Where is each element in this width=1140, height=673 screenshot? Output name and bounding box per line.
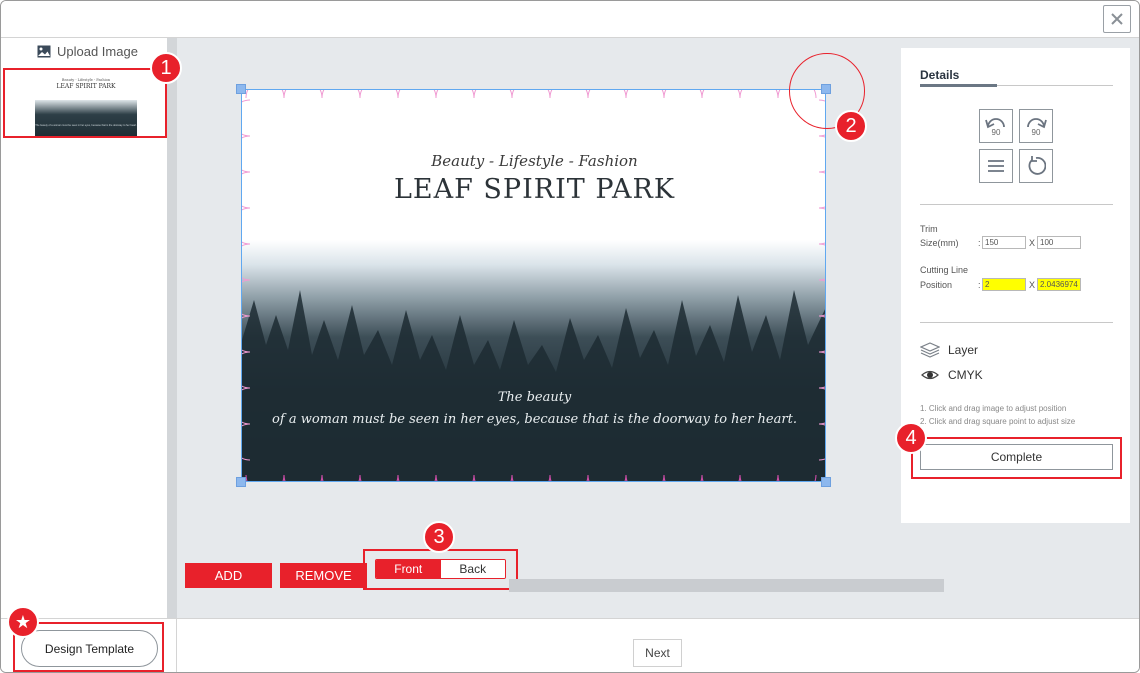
resize-handle-top-left[interactable] bbox=[236, 84, 246, 94]
front-tab[interactable]: Front bbox=[376, 560, 441, 578]
resize-handle-bottom-left[interactable] bbox=[236, 477, 246, 487]
rotate-right-label: 90 bbox=[1031, 128, 1041, 137]
thumbnail-quote: The beauty of a woman must be seen in he… bbox=[35, 124, 137, 127]
align-center-button[interactable] bbox=[979, 149, 1013, 183]
left-panel: Upload Image Beauty - Lifestyle - Fashio… bbox=[1, 38, 167, 618]
trim-label-1: Trim bbox=[920, 224, 938, 234]
layer-label: Layer bbox=[948, 343, 979, 357]
layers-icon bbox=[920, 342, 940, 358]
thumbnail-quote-line-2: of a woman must be seen in her eyes, bec… bbox=[48, 124, 137, 127]
title-bar bbox=[1, 1, 1139, 38]
details-title: Details bbox=[920, 68, 960, 82]
align-center-icon bbox=[988, 160, 1004, 172]
design-canvas[interactable]: Beauty - Lifestyle - Fashion LEAF SPIRIT… bbox=[241, 89, 826, 482]
complete-highlight bbox=[911, 437, 1122, 479]
cutting-label-2: Position bbox=[920, 280, 953, 290]
design-quote-line-2: of a woman must be seen in her eyes, bec… bbox=[272, 412, 797, 427]
eye-icon bbox=[921, 370, 939, 380]
trim-height-input[interactable] bbox=[1037, 236, 1081, 249]
upload-image-button[interactable]: Upload Image bbox=[37, 44, 138, 59]
callout-badge-4: 4 bbox=[895, 422, 927, 454]
back-tab[interactable]: Back bbox=[440, 560, 505, 578]
details-divider-2 bbox=[920, 322, 1113, 323]
thumbnail-title: LEAF SPIRIT PARK bbox=[56, 83, 116, 90]
image-icon bbox=[37, 45, 51, 58]
callout-star-badge: ★ bbox=[7, 606, 39, 638]
callout-badge-3: 3 bbox=[423, 521, 455, 553]
cmyk-toggle[interactable]: CMYK bbox=[920, 368, 983, 382]
trim-times: X bbox=[1029, 238, 1036, 248]
editor-window: Upload Image Beauty - Lifestyle - Fashio… bbox=[0, 0, 1140, 673]
callout-badge-2: 2 bbox=[835, 110, 867, 142]
bottom-bar bbox=[1, 618, 1139, 672]
thumbnail-subtitle: Beauty - Lifestyle - Fashion bbox=[61, 78, 111, 82]
next-button[interactable]: Next bbox=[633, 639, 682, 667]
trim-label-2: Size(mm) bbox=[920, 238, 959, 248]
close-button[interactable] bbox=[1103, 5, 1131, 33]
upload-image-label: Upload Image bbox=[57, 44, 138, 59]
design-template-button[interactable]: Design Template bbox=[21, 630, 158, 667]
remove-button[interactable]: REMOVE bbox=[280, 563, 367, 588]
hint-2: 2. Click and drag square point to adjust… bbox=[920, 417, 1076, 426]
rotate-left-label: 90 bbox=[991, 128, 1001, 137]
reset-button[interactable] bbox=[1019, 149, 1053, 183]
close-icon bbox=[1111, 13, 1123, 25]
reset-icon bbox=[1028, 156, 1046, 175]
design-subtitle: Beauty - Lifestyle - Fashion bbox=[431, 152, 638, 170]
trim-separator: : bbox=[978, 238, 981, 248]
add-button[interactable]: ADD bbox=[185, 563, 272, 588]
bottom-divider bbox=[176, 618, 177, 672]
details-tab-active-bar bbox=[920, 84, 997, 87]
details-divider-1 bbox=[920, 204, 1113, 205]
thumbnail-quote-line-1: The beauty bbox=[35, 124, 48, 127]
thumbnail-preview: Beauty - Lifestyle - Fashion LEAF SPIRIT… bbox=[35, 74, 137, 136]
design-title: LEAF SPIRIT PARK bbox=[393, 174, 676, 205]
left-panel-scrollbar[interactable] bbox=[167, 38, 177, 618]
thumbnail-forest bbox=[35, 100, 137, 136]
layer-button[interactable]: Layer bbox=[920, 342, 978, 358]
front-back-toggle: Front Back bbox=[375, 559, 506, 579]
resize-handle-bottom-right[interactable] bbox=[821, 477, 831, 487]
design-quote-line-1: The beauty bbox=[497, 390, 572, 405]
callout-badge-1: 1 bbox=[150, 52, 182, 84]
horizontal-scrollbar[interactable] bbox=[509, 579, 944, 592]
trim-width-input[interactable] bbox=[982, 236, 1026, 249]
design-thumbnail[interactable]: Beauty - Lifestyle - Fashion LEAF SPIRIT… bbox=[3, 68, 167, 138]
cutting-separator: : bbox=[978, 280, 981, 290]
cmyk-label: CMYK bbox=[948, 368, 983, 382]
cutting-x-input[interactable] bbox=[982, 278, 1026, 291]
hint-1: 1. Click and drag image to adjust positi… bbox=[920, 404, 1067, 413]
rotate-left-button[interactable]: 90 bbox=[979, 109, 1013, 143]
cutting-label-1: Cutting Line bbox=[920, 265, 969, 275]
details-tab-underline bbox=[920, 84, 1113, 87]
cutting-y-input[interactable] bbox=[1037, 278, 1081, 291]
rotate-right-button[interactable]: 90 bbox=[1019, 109, 1053, 143]
cutting-times: X bbox=[1029, 280, 1036, 290]
